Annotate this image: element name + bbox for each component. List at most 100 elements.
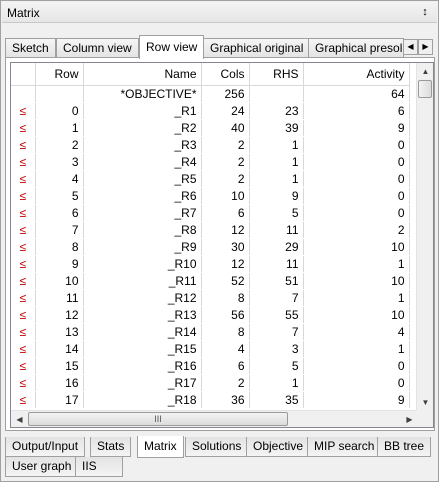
tab-user-graph[interactable]: User graph [5,457,79,477]
tab-sketch[interactable]: Sketch [5,38,56,58]
table-row[interactable]: ≤9 _R10 12 11 1 [11,255,410,273]
tab-row-view[interactable]: Row view [139,35,205,59]
constraint-marker-icon: ≤ [11,136,36,154]
column-header-name[interactable]: Name [83,63,202,86]
table-row[interactable]: ≤5 _R6 10 9 0 [11,187,410,205]
tab-scroll-left-icon[interactable]: ◀ [403,39,418,55]
table-row[interactable]: ≤7 _R8 12 11 2 [11,221,410,239]
table-row[interactable]: ≤8 _R9 30 29 10 [11,238,410,256]
matrix-grid[interactable]: Row Name Cols RHS Activity *OBJECTIVE* 2… [10,62,434,428]
row-index-cell: 14 [35,340,84,358]
row-index-cell: 3 [35,153,84,171]
row-name-cell: _R3 [83,136,202,154]
table-row[interactable]: ≤10 _R11 52 51 10 [11,272,410,290]
table-row[interactable]: ≤1 _R2 40 39 9 [11,119,410,137]
row-index-cell: 8 [35,238,84,256]
row-cols-cell: 8 [201,323,250,341]
table-row[interactable]: ≤13 _R14 8 7 4 [11,323,410,341]
row-name-cell: _R7 [83,204,202,222]
constraint-marker-icon: ≤ [11,357,36,375]
row-cols-cell: 8 [201,289,250,307]
row-name-cell: _R13 [83,306,202,324]
row-name-cell: _R6 [83,187,202,205]
tab-solutions[interactable]: Solutions [185,437,249,457]
pin-icon[interactable]: ↕ [419,5,431,19]
table-row[interactable]: ≤12 _R13 56 55 10 [11,306,410,324]
constraint-marker-icon: ≤ [11,119,36,137]
content-frame: Row Name Cols RHS Activity *OBJECTIVE* 2… [5,57,435,431]
row-activity-cell: 0 [303,187,410,205]
header-row: Row Name Cols RHS Activity [11,63,410,86]
row-index-cell: 9 [35,255,84,273]
table-row[interactable]: ≤16 _R17 2 1 0 [11,374,410,392]
column-header-marker[interactable] [11,63,36,86]
row-activity-cell: 0 [303,204,410,222]
row-cols-cell: 2 [201,170,250,188]
row-rhs-cell: 51 [249,272,304,290]
row-rhs-cell: 5 [249,204,304,222]
row-activity-cell: 10 [303,306,410,324]
horizontal-scrollbar[interactable]: ◀ III ▶ [11,410,418,427]
row-activity-cell: 10 [303,272,410,290]
top-tab-strip: Sketch Column view Row view Graphical or… [5,35,435,59]
row-cols-cell: 2 [201,153,250,171]
row-cols-cell: 4 [201,340,250,358]
row-activity-cell: 9 [303,391,410,409]
row-index-cell: 11 [35,289,84,307]
row-cols-cell: 24 [201,102,250,120]
table-row[interactable]: ≤17 _R18 36 35 9 [11,391,410,409]
constraint-marker-icon: ≤ [11,340,36,358]
column-header-row[interactable]: Row [35,63,84,86]
scroll-left-icon[interactable]: ◀ [11,411,28,427]
row-activity-cell: 6 [303,102,410,120]
constraint-marker-icon: ≤ [11,272,36,290]
panel-title: Matrix [7,6,40,20]
table-row[interactable]: ≤2 _R3 2 1 0 [11,136,410,154]
table-row[interactable]: ≤11 _R12 8 7 1 [11,289,410,307]
constraint-marker-icon: ≤ [11,255,36,273]
table-row[interactable]: ≤14 _R15 4 3 1 [11,340,410,358]
tab-objective[interactable]: Objective [246,437,311,457]
row-index-cell: 2 [35,136,84,154]
constraint-marker-icon: ≤ [11,306,36,324]
constraint-marker-icon: ≤ [11,102,36,120]
row-activity-cell: 9 [303,119,410,137]
row-name-cell: _R4 [83,153,202,171]
tab-stats[interactable]: Stats [90,437,132,457]
table-row[interactable]: ≤4 _R5 2 1 0 [11,170,410,188]
tab-mip-search[interactable]: MIP search [307,437,382,457]
objective-row[interactable]: *OBJECTIVE* 256 64 [11,85,410,103]
vertical-scrollbar[interactable]: ▲ ▼ [416,63,433,411]
table-row[interactable]: ≤15 _R16 6 5 0 [11,357,410,375]
scroll-down-icon[interactable]: ▼ [417,394,433,411]
column-header-cols[interactable]: Cols [201,63,250,86]
constraint-marker-icon: ≤ [11,204,36,222]
row-cols-cell: 56 [201,306,250,324]
tab-bb-tree[interactable]: BB tree [377,437,432,457]
tab-column-view[interactable]: Column view [56,38,139,58]
column-header-activity[interactable]: Activity [303,63,410,86]
table-row[interactable]: ≤6 _R7 6 5 0 [11,204,410,222]
row-rhs-cell: 1 [249,170,304,188]
table-row[interactable]: ≤3 _R4 2 1 0 [11,153,410,171]
row-name-cell: _R1 [83,102,202,120]
constraint-marker-icon: ≤ [11,391,36,409]
vertical-scroll-thumb[interactable] [418,80,432,98]
row-index-cell: 12 [35,306,84,324]
row-cols-cell: 12 [201,221,250,239]
table-row[interactable]: ≤0 _R1 24 23 6 [11,102,410,120]
row-activity-cell: 1 [303,289,410,307]
column-header-rhs[interactable]: RHS [249,63,304,86]
tab-iis[interactable]: IIS [75,457,123,477]
row-name-cell: _R9 [83,238,202,256]
objective-name: *OBJECTIVE* [83,85,202,103]
scroll-up-icon[interactable]: ▲ [417,63,433,80]
tab-scroll-right-icon[interactable]: ▶ [418,39,433,55]
objective-cols: 256 [201,85,250,103]
tab-graphical-presolved[interactable]: Graphical presol [308,38,404,58]
tab-graphical-original[interactable]: Graphical original [203,38,311,58]
horizontal-scroll-thumb[interactable]: III [28,412,288,426]
tab-matrix[interactable]: Matrix [137,436,184,458]
tab-output-input[interactable]: Output/Input [5,437,86,457]
row-rhs-cell: 39 [249,119,304,137]
